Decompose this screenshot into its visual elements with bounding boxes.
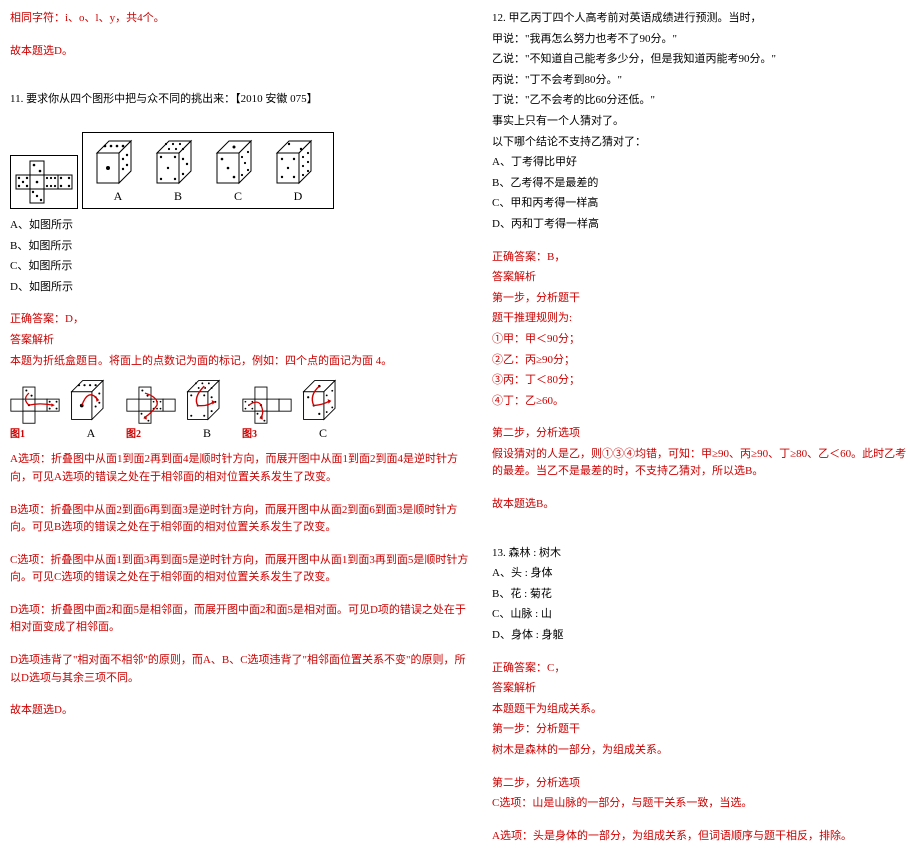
q13-opta: A选项：头是身体的一部分，为组成关系，但词语顺序与题干相反，排除。 <box>492 828 910 845</box>
q12-rule-1: ①甲：甲＜90分； <box>492 331 910 349</box>
label-b: B <box>174 187 182 206</box>
q12-opt-a: A、丁考得比甲好 <box>492 154 910 172</box>
fig1-label: 图1 <box>10 427 60 443</box>
q13-opt-c: C、山脉 : 山 <box>492 606 910 624</box>
q11-exp-final: 故本题选D。 <box>10 702 472 720</box>
cube-exp-a: A <box>66 378 116 443</box>
preface-line: 相同字符：i、o、l、y，共4个。 <box>10 10 472 28</box>
q13-optc: C选项：山是山脉的一部分，与题干关系一致，当选。 <box>492 795 910 813</box>
q13-line1: 本题题干为组成关系。 <box>492 701 910 719</box>
q11-exp-summary: D选项违背了"相对面不相邻"的原则，而A、B、C选项违背了"相邻面位置关系不变"… <box>10 652 472 687</box>
fig2-label: 图2 <box>126 427 176 443</box>
dice-net <box>10 155 78 209</box>
net-fig1: 图1 <box>10 385 60 443</box>
q11-figure-explanation: 图1 A <box>10 378 472 443</box>
cube-option-d: D <box>271 139 325 206</box>
q13-answer: 正确答案：C， <box>492 660 910 678</box>
left-column: 相同字符：i、o、l、y，共4个。 故本题选D。 11. 要求你从四个图形中把与… <box>10 10 472 641</box>
q12-answer: 正确答案：B， <box>492 249 910 267</box>
q11-exp-d: D选项：折叠图中面2和面5是相邻面，而展开图中面2和面5是相对面。可见D项的错误… <box>10 602 472 637</box>
q12-final: 故本题选B。 <box>492 496 910 514</box>
q11-exp-b: B选项：折叠图中从面2到面6再到面3是逆时针方向，而展开图中从面2到面6到面3是… <box>10 502 472 537</box>
q11-opt-d: D、如图所示 <box>10 279 472 297</box>
q12-stem-5: 事实上只有一个人猜对了。 <box>492 113 910 131</box>
q13-step2: 第二步，分析选项 <box>492 775 910 793</box>
label-a: A <box>114 187 123 206</box>
q11-title: 11. 要求你从四个图形中把与众不同的挑出来：【2010 安徽 075】 <box>10 91 472 109</box>
q13-opt-a: A、头 : 身体 <box>492 565 910 583</box>
q13-step1: 第一步：分析题干 <box>492 721 910 739</box>
preface-answer: 故本题选D。 <box>10 43 472 61</box>
q11-analysis-label: 答案解析 <box>10 332 472 350</box>
cube-option-b: B <box>151 139 205 206</box>
q11-opt-b: B、如图所示 <box>10 238 472 256</box>
net-fig3: 图3 <box>242 385 292 443</box>
q11-figure-options: A B <box>10 132 390 209</box>
q12-rule-4: ④丁：乙≥60。 <box>492 393 910 411</box>
q12-opt-c: C、甲和丙考得一样高 <box>492 195 910 213</box>
q12-opt-d: D、丙和丁考得一样高 <box>492 216 910 234</box>
q13-analysis-label: 答案解析 <box>492 680 910 698</box>
q11-answer: 正确答案：D， <box>10 311 472 329</box>
q13-opt-b: B、花 : 菊花 <box>492 586 910 604</box>
q11-opt-c: C、如图所示 <box>10 258 472 276</box>
cube-options: A B <box>82 132 334 209</box>
q11-exp-c: C选项：折叠图中从面1到面3再到面5是逆时针方向，而展开图中从面1到面3再到面5… <box>10 552 472 587</box>
q11-analysis-p1: 本题为折纸盒题目。将面上的点数记为面的标记，例如：四个点的面记为面 4。 <box>10 353 472 371</box>
right-column: 12. 甲乙丙丁四个人高考前对英语成绩进行预测。当时， 甲说："我再怎么努力也考… <box>492 10 910 641</box>
q12-stem-4: 丁说："乙不会考的比60分还低。" <box>492 92 910 110</box>
q12-opt-b: B、乙考得不是最差的 <box>492 175 910 193</box>
q12-stem-6: 以下哪个结论不支持乙猜对了： <box>492 134 910 152</box>
q13-title: 13. 森林 : 树木 <box>492 545 910 563</box>
q12-rule-3: ③丙：丁＜80分； <box>492 372 910 390</box>
q12-rule-label: 题干推理规则为: <box>492 310 910 328</box>
q12-stem-3: 丙说："丁不会考到80分。" <box>492 72 910 90</box>
cube-option-a: A <box>91 139 145 206</box>
q12-stem-0: 12. 甲乙丙丁四个人高考前对英语成绩进行预测。当时， <box>492 10 910 28</box>
cube-option-c: C <box>211 139 265 206</box>
q12-stem-1: 甲说："我再怎么努力也考不了90分。" <box>492 31 910 49</box>
q13-line2: 树木是森林的一部分，为组成关系。 <box>492 742 910 760</box>
label-c: C <box>234 187 242 206</box>
cube-exp-c: C <box>298 378 348 443</box>
q12-step2-text: 假设猜对的人是乙，则①③④均错，可知：甲≥90、丙≥90、丁≥80、乙＜60。此… <box>492 446 910 481</box>
q11-exp-a: A选项：折叠图中从面1到面2再到面4是顺时针方向，而展开图中从面1到面2到面4是… <box>10 451 472 486</box>
fig3-label: 图3 <box>242 427 292 443</box>
q12-analysis-label: 答案解析 <box>492 269 910 287</box>
q13-opt-d: D、身体 : 身躯 <box>492 627 910 645</box>
net-fig2: 图2 <box>126 385 176 443</box>
q11-opt-a: A、如图所示 <box>10 217 472 235</box>
q12-rule-2: ②乙：丙≥90分； <box>492 352 910 370</box>
q12-step1: 第一步，分析题干 <box>492 290 910 308</box>
q12-step2: 第二步，分析选项 <box>492 425 910 443</box>
q12-stem-2: 乙说："不知道自己能考多少分，但是我知道丙能考90分。" <box>492 51 910 69</box>
cube-exp-b: B <box>182 378 232 443</box>
label-d: D <box>294 187 303 206</box>
